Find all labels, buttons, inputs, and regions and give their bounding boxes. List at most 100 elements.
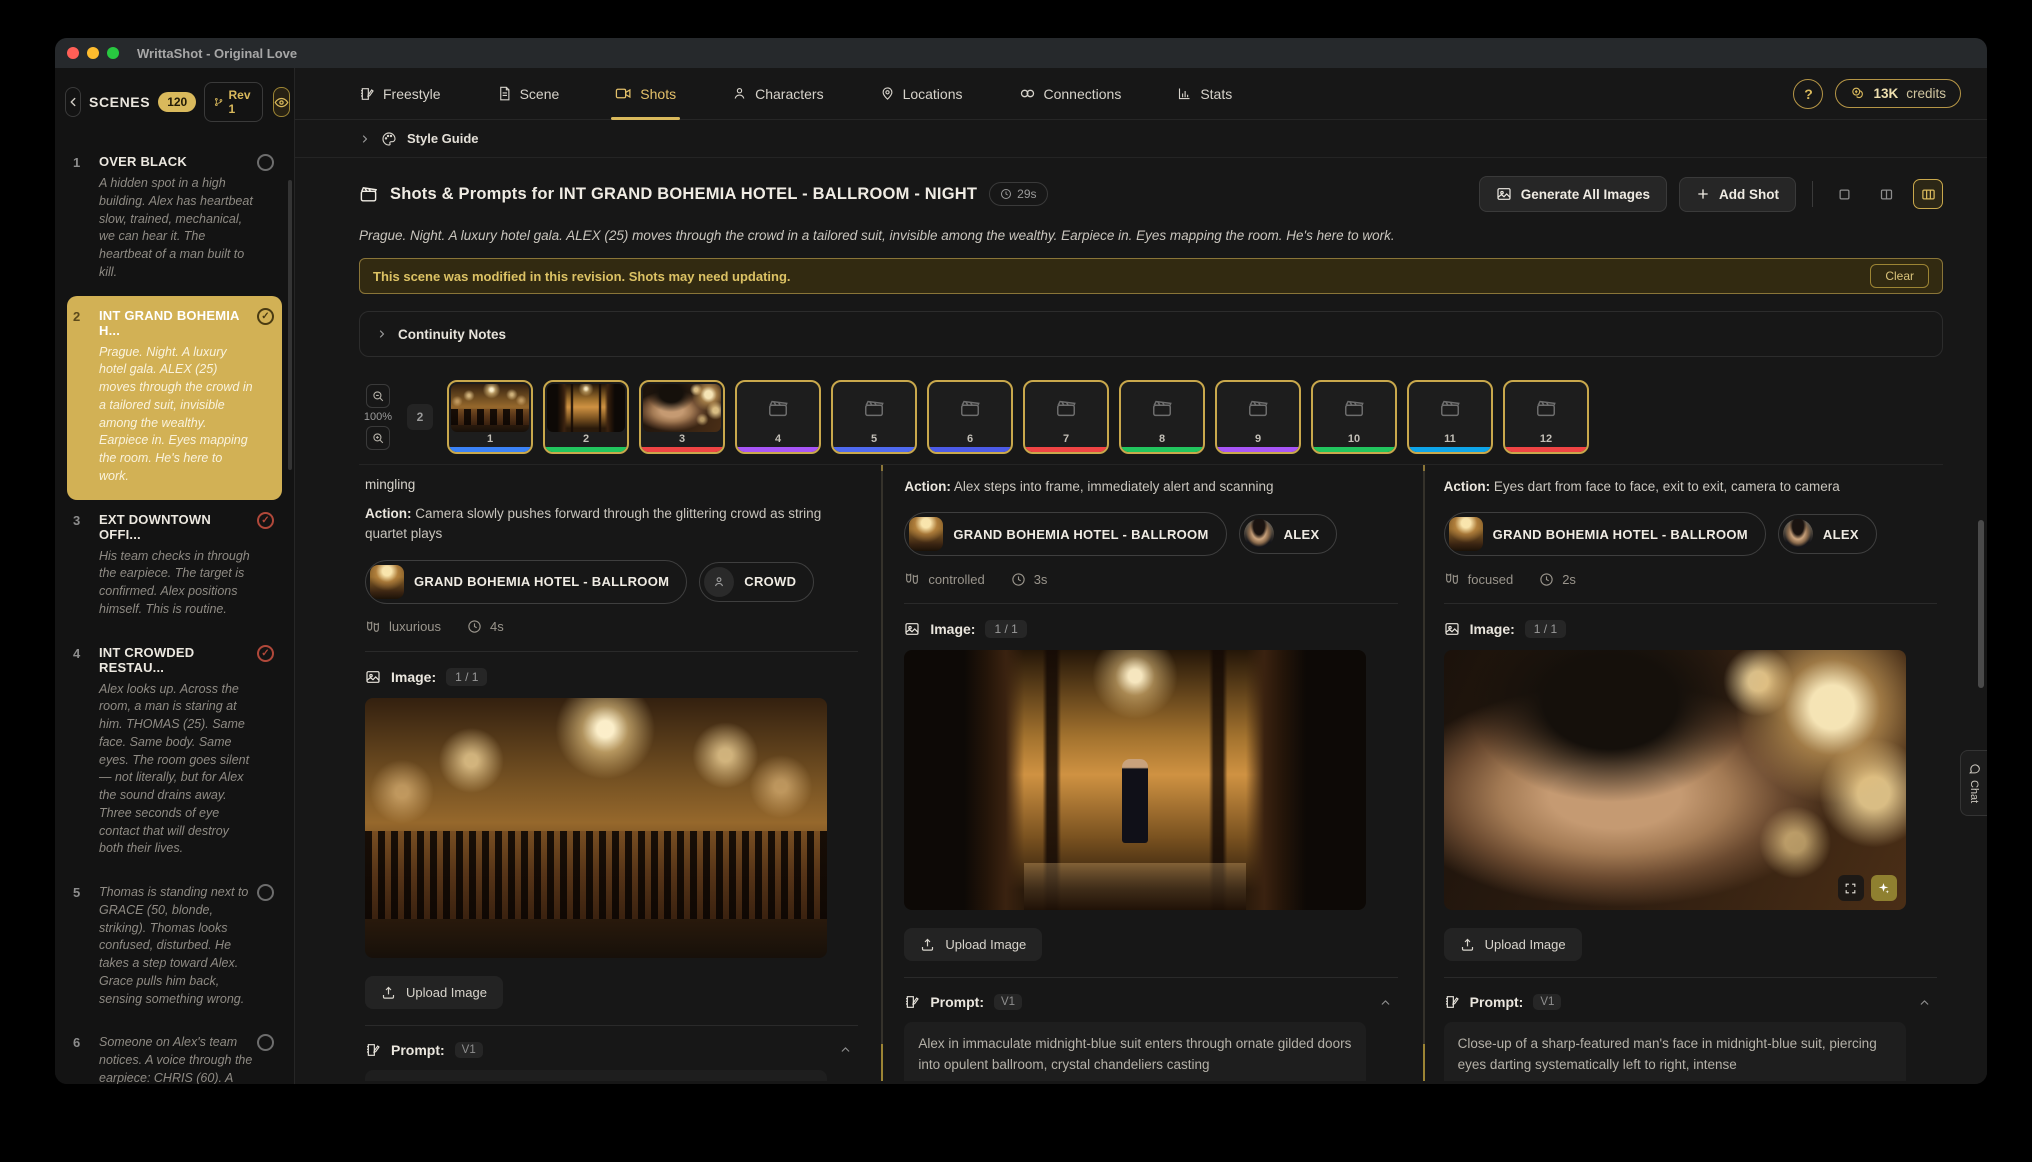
- collapse-sidebar-button[interactable]: [65, 87, 81, 117]
- scene-item-4[interactable]: 4 INT CROWDED RESTAU... Alex looks up. A…: [67, 633, 282, 873]
- shot-meta: controlled 3s: [904, 571, 1397, 587]
- shot-thumbnail-1[interactable]: 1: [447, 380, 533, 454]
- shot-thumbnail-12[interactable]: 12: [1503, 380, 1589, 454]
- tab-characters[interactable]: Characters: [732, 68, 823, 120]
- revision-button[interactable]: Rev 1: [204, 82, 263, 122]
- shot-thumbnail-5[interactable]: 5: [831, 380, 917, 454]
- upload-image-button[interactable]: Upload Image: [904, 928, 1042, 961]
- visibility-toggle-button[interactable]: [273, 87, 290, 117]
- scene-title: EXT DOWNTOWN OFFI...: [99, 512, 254, 542]
- close-window-button[interactable]: [67, 47, 79, 59]
- scene-description: Alex looks up. Across the room, a man is…: [99, 681, 254, 859]
- credits-button[interactable]: 13K credits: [1835, 79, 1961, 108]
- shot-image-closeup[interactable]: [1444, 650, 1906, 910]
- scene-status-check-icon: ✓: [257, 512, 274, 529]
- clapperboard-icon: [739, 384, 817, 432]
- help-button[interactable]: ?: [1793, 79, 1823, 109]
- shot-thumbnail-image: [643, 384, 721, 432]
- prompt-text[interactable]: Alex in immaculate midnight-blue suit en…: [904, 1022, 1366, 1081]
- shot-thumbnail-3[interactable]: 3: [639, 380, 725, 454]
- scene-status-check-icon: ✓: [257, 645, 274, 662]
- shot-thumbnail-11[interactable]: 11: [1407, 380, 1493, 454]
- link-icon: [1019, 85, 1036, 102]
- minimize-window-button[interactable]: [87, 47, 99, 59]
- image-label: Image:: [1470, 621, 1515, 637]
- divider: [1444, 603, 1937, 604]
- chat-tab[interactable]: Chat: [1960, 750, 1987, 816]
- prompt-header: Prompt: V1: [365, 1042, 858, 1058]
- zoom-in-button[interactable]: [366, 426, 390, 450]
- collapse-chevron-up-icon[interactable]: [1379, 996, 1392, 1009]
- scene-item-5[interactable]: 5 Thomas is standing next to GRACE (50, …: [67, 872, 282, 1022]
- three-column-view-button[interactable]: [1913, 179, 1943, 209]
- collapse-chevron-up-icon[interactable]: [1918, 996, 1931, 1009]
- tab-label: Connections: [1044, 86, 1122, 102]
- shot-thumbnail-6[interactable]: 6: [927, 380, 1013, 454]
- clapperboard-icon: [1123, 384, 1201, 432]
- shot-thumbnail-image: [451, 384, 529, 432]
- style-guide-row[interactable]: Style Guide: [295, 120, 1987, 158]
- prompt-version-badge: V1: [455, 1042, 483, 1058]
- image-count: 1 / 1: [985, 620, 1026, 638]
- person-icon: [732, 86, 747, 101]
- shot-thumbnail-9[interactable]: 9: [1215, 380, 1301, 454]
- shot-thumbnail-10[interactable]: 10: [1311, 380, 1397, 454]
- character-chip[interactable]: CROWD: [699, 562, 814, 602]
- character-chip[interactable]: ALEX: [1239, 514, 1338, 554]
- scene-description: His team checks in through the earpiece.…: [99, 548, 254, 619]
- shot-meta: focused 2s: [1444, 571, 1937, 587]
- shot-image-ballroom[interactable]: [365, 698, 827, 958]
- shot-thumbnail-8[interactable]: 8: [1119, 380, 1205, 454]
- add-shot-button[interactable]: Add Shot: [1679, 177, 1796, 212]
- shot-card-2: Action: Alex steps into frame, immediate…: [898, 477, 1403, 1081]
- generate-all-images-button[interactable]: Generate All Images: [1479, 176, 1667, 212]
- shot-thumbnail-number: 9: [1217, 433, 1299, 445]
- shot-thumbnail-2[interactable]: 2: [543, 380, 629, 454]
- character-chip[interactable]: ALEX: [1778, 514, 1877, 554]
- single-column-view-button[interactable]: [1829, 179, 1859, 209]
- shot-color-bar: [1409, 447, 1491, 452]
- revision-label: Rev 1: [228, 88, 253, 116]
- two-column-view-button[interactable]: [1871, 179, 1901, 209]
- shot-thumbnail-number: 2: [545, 433, 627, 445]
- tab-scene[interactable]: Scene: [497, 68, 560, 120]
- upload-image-button[interactable]: Upload Image: [1444, 928, 1582, 961]
- scene-item-2-selected[interactable]: 2 INT GRAND BOHEMIA H... Prague. Night. …: [67, 296, 282, 500]
- sidebar-scrollbar[interactable]: [288, 180, 292, 470]
- tab-shots-active[interactable]: Shots: [615, 68, 676, 120]
- prompt-text[interactable]: Close-up of a sharp-featured man's face …: [1444, 1022, 1906, 1081]
- clear-warning-button[interactable]: Clear: [1870, 264, 1929, 288]
- prompt-text[interactable]: Sweeping wide establishing shot of chand…: [365, 1070, 827, 1082]
- location-label: GRAND BOHEMIA HOTEL - BALLROOM: [943, 527, 1221, 542]
- tab-locations[interactable]: Locations: [880, 68, 963, 120]
- shot-thumbnail-7[interactable]: 7: [1023, 380, 1109, 454]
- image-icon: [1496, 186, 1512, 202]
- scene-item-3[interactable]: 3 EXT DOWNTOWN OFFI... His team checks i…: [67, 500, 282, 633]
- clapperboard-icon: [1315, 384, 1393, 432]
- notebook-pen-icon: [1444, 994, 1460, 1010]
- tab-freestyle[interactable]: Freestyle: [359, 68, 441, 120]
- location-chip[interactable]: GRAND BOHEMIA HOTEL - BALLROOM: [1444, 512, 1766, 556]
- zoom-level: 100%: [364, 411, 392, 423]
- location-chip[interactable]: GRAND BOHEMIA HOTEL - BALLROOM: [904, 512, 1226, 556]
- upload-image-button[interactable]: Upload Image: [365, 976, 503, 1009]
- divider: [1444, 977, 1937, 978]
- scene-item-1[interactable]: 1 OVER BLACK A hidden spot in a high bui…: [67, 142, 282, 296]
- zoom-window-button[interactable]: [107, 47, 119, 59]
- scene-item-6[interactable]: 6 Someone on Alex's team notices. A voic…: [67, 1022, 282, 1084]
- continuity-notes-row[interactable]: Continuity Notes: [359, 311, 1943, 357]
- enhance-button[interactable]: [1871, 875, 1897, 901]
- duration-label: 3s: [1034, 572, 1048, 587]
- location-chip[interactable]: GRAND BOHEMIA HOTEL - BALLROOM: [365, 560, 687, 604]
- shot-image-doorway[interactable]: [904, 650, 1366, 910]
- main-scrollbar[interactable]: [1978, 520, 1984, 688]
- shot-thumbnails: 1 2 3: [447, 380, 1589, 454]
- collapse-chevron-up-icon[interactable]: [839, 1043, 852, 1056]
- fullscreen-button[interactable]: [1838, 875, 1864, 901]
- zoom-out-button[interactable]: [366, 384, 390, 408]
- two-column-icon: [1879, 187, 1894, 202]
- palette-icon: [381, 131, 397, 147]
- shot-thumbnail-4[interactable]: 4: [735, 380, 821, 454]
- tab-stats[interactable]: Stats: [1177, 68, 1232, 120]
- tab-connections[interactable]: Connections: [1019, 68, 1122, 120]
